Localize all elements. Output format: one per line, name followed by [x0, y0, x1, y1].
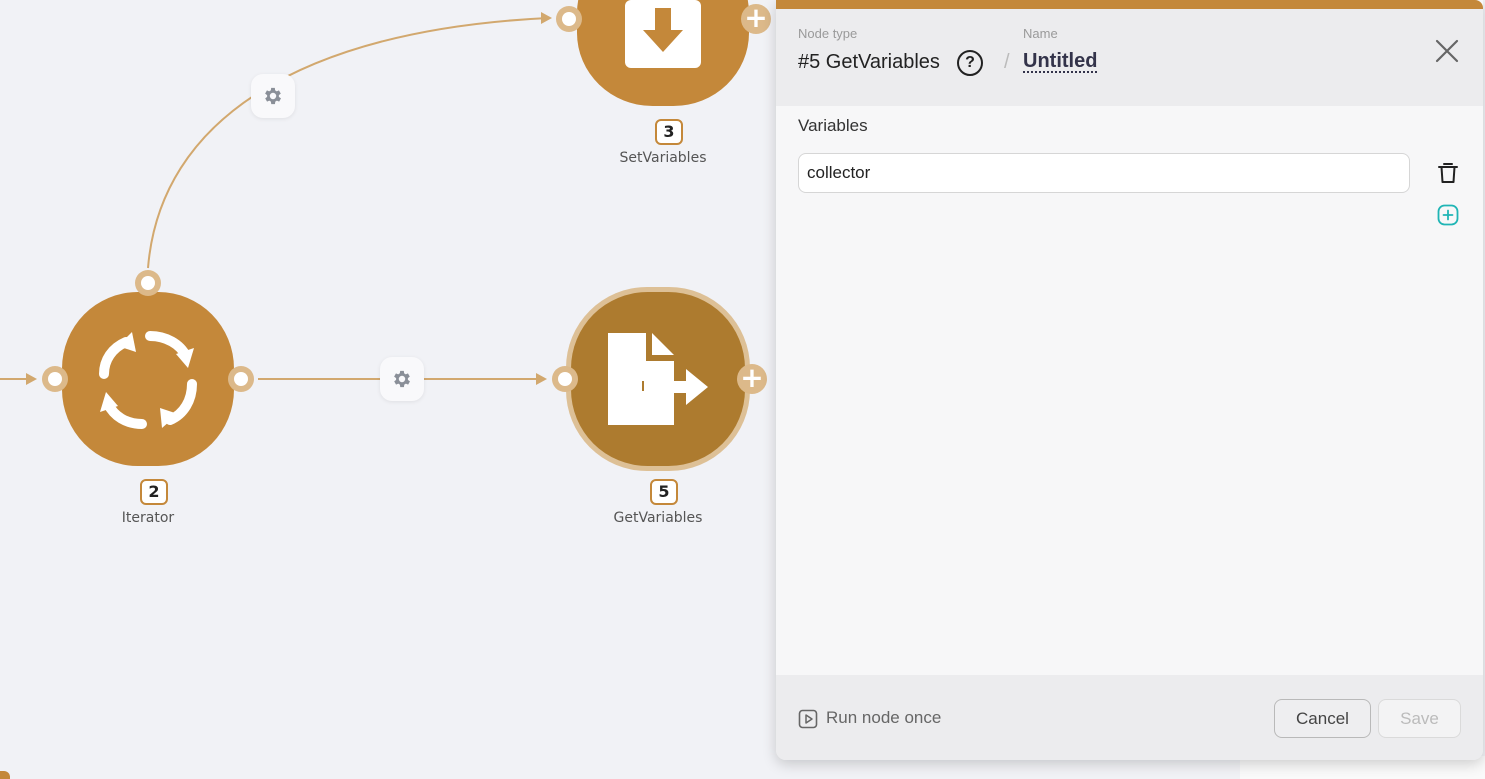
- gear-icon: [265, 87, 281, 105]
- name-label: Name: [1023, 26, 1058, 41]
- node-5-label: GetVariables: [613, 510, 703, 526]
- play-icon[interactable]: [798, 709, 818, 729]
- edge-arrow: [26, 373, 37, 385]
- panel-footer: Run node once Cancel Save: [776, 675, 1483, 760]
- node-3-add-button[interactable]: +: [741, 4, 771, 34]
- add-variable-icon[interactable]: [1437, 204, 1459, 226]
- node-5-input-port[interactable]: [552, 366, 578, 392]
- node-3-badge: 3: [655, 119, 683, 145]
- edge-arrow: [541, 12, 552, 24]
- header-separator: /: [1004, 51, 1010, 73]
- download-icon: [625, 0, 701, 68]
- trash-icon[interactable]: [1438, 162, 1458, 184]
- save-button[interactable]: Save: [1378, 699, 1461, 738]
- node-2-badge: 2: [140, 479, 168, 505]
- node-5-badge: 5: [650, 479, 678, 505]
- run-node-once-button[interactable]: Run node once: [826, 708, 941, 728]
- help-icon[interactable]: ?: [957, 50, 983, 76]
- variables-section-label: Variables: [798, 116, 868, 135]
- node-name-editable[interactable]: Untitled: [1023, 50, 1097, 73]
- node-3-input-port[interactable]: [556, 6, 582, 32]
- gear-icon: [394, 370, 410, 388]
- node-2-top-port[interactable]: [135, 270, 161, 296]
- cancel-button[interactable]: Cancel: [1274, 699, 1371, 738]
- node-iterator[interactable]: [62, 292, 234, 466]
- node-setvariables[interactable]: [577, 0, 749, 106]
- panel-accent-bar: [776, 0, 1483, 9]
- edge-settings-button[interactable]: [251, 74, 295, 118]
- close-icon[interactable]: [1434, 38, 1460, 64]
- node-settings-panel: Node type #5 GetVariables ? / Name Untit…: [776, 0, 1483, 760]
- file-export-icon: [608, 333, 708, 425]
- edge-arrow: [536, 373, 547, 385]
- canvas-corner-mark: [0, 771, 10, 779]
- node-5-add-button[interactable]: +: [737, 364, 767, 394]
- edge-settings-button[interactable]: [380, 357, 424, 401]
- refresh-icon: [99, 331, 197, 429]
- variable-name-input[interactable]: [798, 153, 1410, 193]
- node-3-label: SetVariables: [619, 150, 707, 166]
- node-2-output-port[interactable]: [228, 366, 254, 392]
- node-2-label: Iterator: [121, 510, 175, 526]
- node-type-value: #5 GetVariables: [798, 51, 940, 73]
- edge-2-to-3[interactable]: [147, 17, 549, 269]
- node-2-input-port[interactable]: [42, 366, 68, 392]
- node-getvariables[interactable]: [566, 287, 750, 471]
- node-type-label: Node type: [798, 26, 858, 41]
